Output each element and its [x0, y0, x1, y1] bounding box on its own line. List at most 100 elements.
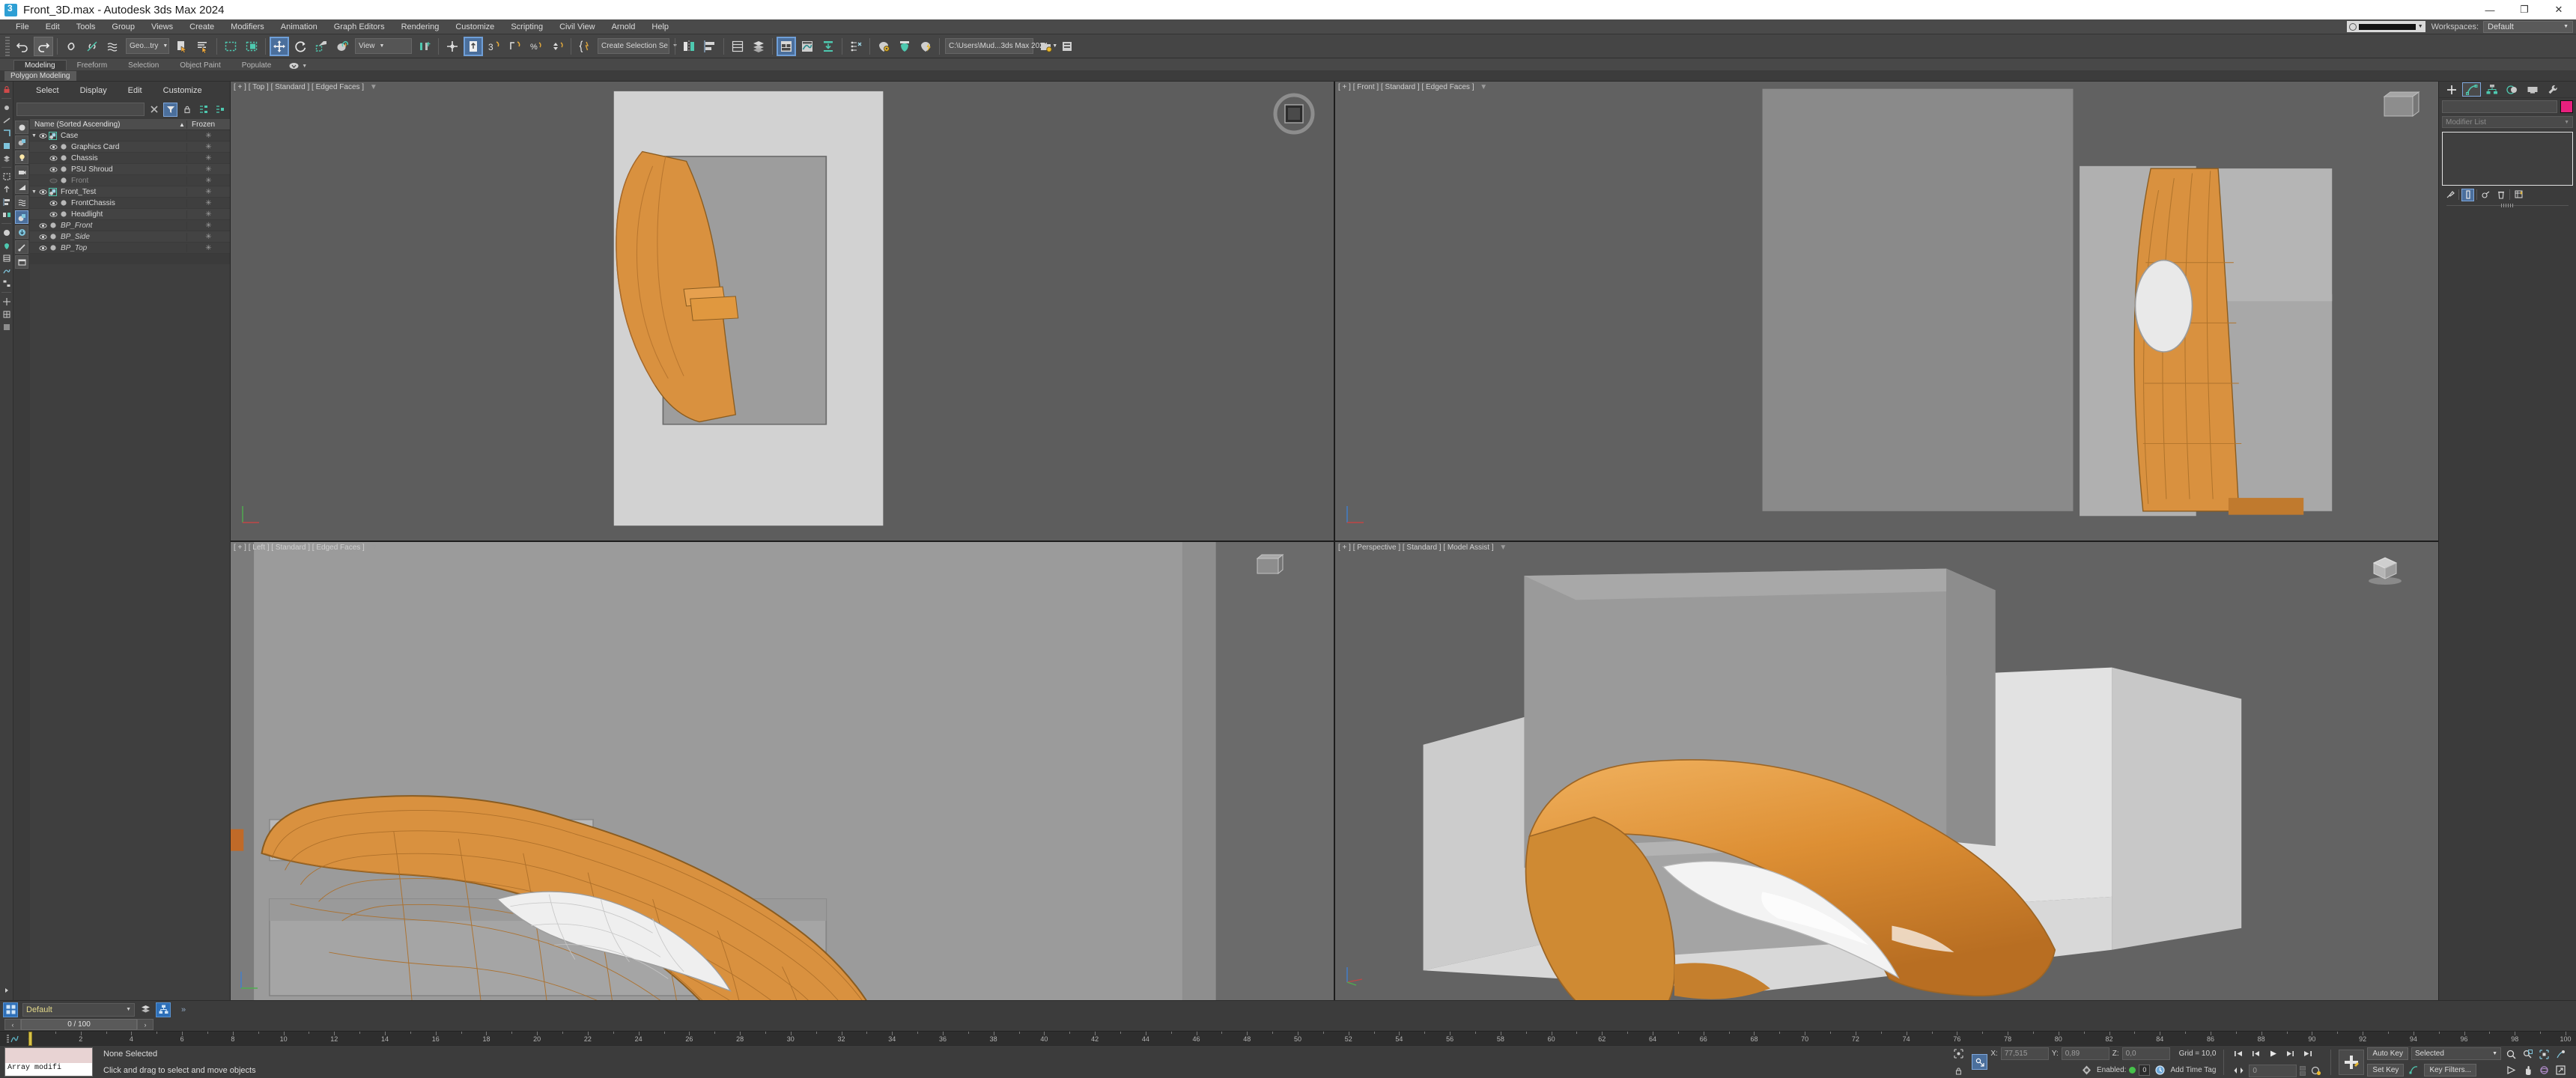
viewcube-perspective[interactable]: [2365, 552, 2411, 599]
isolate-selection-icon[interactable]: [1, 171, 12, 182]
lock-selection-toggle-icon[interactable]: [1951, 1064, 1966, 1078]
spinner-snap-two-button[interactable]: [547, 37, 567, 56]
command-panel-resize-handle[interactable]: [2446, 204, 2569, 207]
percent-snap-toggle-button[interactable]: [505, 37, 525, 56]
zoom-region-icon[interactable]: [2554, 1047, 2567, 1061]
curve-editor-icon[interactable]: [1, 265, 12, 276]
viewport-top-label[interactable]: [ + ] [ Top ] [ Standard ] [ Edged Faces…: [234, 83, 377, 91]
adaptive-degradation-icon[interactable]: [1951, 1047, 1966, 1061]
ribbon-toggle-button[interactable]: [777, 36, 796, 56]
menu-arnold[interactable]: Arnold: [604, 19, 644, 34]
menu-graph-editors[interactable]: Graph Editors: [326, 19, 393, 34]
show-end-result-icon[interactable]: [2461, 188, 2474, 201]
filter-space-warps-icon[interactable]: [15, 195, 28, 209]
toolbar-grip[interactable]: [5, 36, 10, 56]
menu-customize[interactable]: Customize: [447, 19, 502, 34]
select-by-name-button[interactable]: [193, 37, 213, 56]
scene-explorer-node[interactable]: BP_Side ✳: [30, 231, 230, 243]
command-tab-display[interactable]: [2523, 82, 2542, 97]
filter-lights-icon[interactable]: [15, 150, 28, 164]
visibility-toggle-icon[interactable]: [38, 222, 48, 229]
layer-manager-icon[interactable]: [138, 1002, 153, 1017]
frame-counter[interactable]: 0 / 100: [21, 1019, 137, 1030]
edit-named-selection-sets-button[interactable]: [575, 37, 595, 56]
object-color-swatch[interactable]: [2560, 100, 2573, 113]
scene-explorer-node[interactable]: Chassis ✳: [30, 153, 230, 164]
project-folder-combo[interactable]: C:\Users\Mud...3ds Max 2024 ▼: [945, 38, 1057, 54]
visibility-toggle-icon[interactable]: [49, 144, 58, 150]
key-tangent-icon[interactable]: [2407, 1063, 2421, 1077]
funnel-icon[interactable]: ▼: [370, 83, 377, 91]
visibility-toggle-icon[interactable]: [38, 189, 48, 195]
scene-explorer-node[interactable]: BP_Top ✳: [30, 243, 230, 254]
make-unique-icon[interactable]: [2479, 189, 2492, 201]
menu-animation[interactable]: Animation: [273, 19, 326, 34]
y-field[interactable]: 0,89: [2061, 1047, 2109, 1060]
viewcube-left[interactable]: [1251, 552, 1298, 599]
named-selection-sets-combo[interactable]: Create Selection Se ▼: [598, 38, 678, 54]
quick-align-icon[interactable]: [1, 296, 12, 307]
frozen-toggle-icon[interactable]: ✳: [186, 153, 230, 162]
object-name-input[interactable]: [2442, 100, 2557, 113]
clear-search-icon[interactable]: [147, 103, 161, 117]
expand-panel-icon[interactable]: [1, 984, 12, 996]
menu-create[interactable]: Create: [181, 19, 222, 34]
asset-tracking-button[interactable]: [1057, 37, 1077, 56]
maxscript-input-pane[interactable]: Array modifi: [5, 1063, 92, 1076]
expand-toolbar-chevron-icon[interactable]: »: [181, 1005, 186, 1014]
ribbon-tab-selection[interactable]: Selection: [118, 61, 169, 70]
playhead[interactable]: [28, 1032, 32, 1046]
frozen-toggle-icon[interactable]: ✳: [186, 243, 230, 252]
maxscript-mini-listener[interactable]: Array modifi: [4, 1047, 93, 1077]
render-icon[interactable]: [1, 240, 12, 251]
scene-explorer-button[interactable]: [749, 37, 768, 56]
menu-scripting[interactable]: Scripting: [502, 19, 551, 34]
go-to-end-button[interactable]: [2300, 1047, 2315, 1061]
window-crossing-button[interactable]: [242, 37, 261, 56]
command-tab-create[interactable]: [2442, 82, 2461, 97]
filter-geometry-icon[interactable]: [15, 121, 28, 134]
filter-icon[interactable]: [163, 102, 177, 117]
layer-explorer-button[interactable]: [728, 37, 747, 56]
filter-cameras-icon[interactable]: [15, 165, 28, 179]
mirror-button[interactable]: [679, 37, 699, 56]
command-tab-modify[interactable]: [2462, 82, 2481, 97]
viewcube-front[interactable]: [2375, 91, 2422, 137]
menu-civil-view[interactable]: Civil View: [551, 19, 603, 34]
select-and-scale-button[interactable]: [312, 37, 331, 56]
next-frame-button[interactable]: [2283, 1047, 2297, 1061]
visibility-toggle-icon[interactable]: [49, 211, 58, 218]
scene-explorer-node[interactable]: Front ✳: [30, 175, 230, 186]
material-editor-button[interactable]: [874, 37, 893, 56]
spinner-snap-toggle-button[interactable]: %: [526, 37, 546, 56]
align-icon[interactable]: [1, 196, 12, 207]
pin-stack-icon[interactable]: [2443, 189, 2456, 201]
viewport-front[interactable]: [ + ] [ Front ] [ Standard ] [ Edged Fac…: [1335, 82, 2438, 540]
filter-xrefs-icon[interactable]: [15, 225, 28, 239]
key-mode-icon[interactable]: [2232, 1064, 2246, 1078]
select-and-place-button[interactable]: [332, 37, 352, 56]
close-button[interactable]: ✕: [2542, 0, 2576, 19]
rectangular-selection-region-button[interactable]: [221, 37, 240, 56]
select-and-link-button[interactable]: [61, 37, 81, 56]
add-time-tag-icon[interactable]: [2153, 1063, 2167, 1077]
ribbon-panel-polygon-modeling[interactable]: Polygon Modeling: [4, 70, 76, 81]
funnel-icon[interactable]: ▼: [1499, 543, 1507, 552]
visibility-toggle-icon[interactable]: [38, 234, 48, 240]
visibility-toggle-icon[interactable]: [49, 155, 58, 162]
minimize-button[interactable]: —: [2473, 0, 2507, 19]
current-layer-combo[interactable]: Default ▼: [22, 1002, 135, 1017]
frozen-toggle-icon[interactable]: ✳: [186, 198, 230, 207]
frozen-toggle-icon[interactable]: ✳: [186, 232, 230, 241]
scene-explorer-tree[interactable]: Name (Sorted Ascending) ▲ Frozen ▼ Case ✳ G…: [30, 119, 230, 1000]
next-frame-button[interactable]: ›: [137, 1019, 154, 1030]
viewcube-top[interactable]: [1271, 91, 1317, 137]
workspaces-select[interactable]: Default ▼: [2483, 20, 2573, 33]
ribbon-options[interactable]: ▼: [289, 62, 307, 70]
motion-paths-button[interactable]: [818, 37, 838, 56]
scene-explorer-node[interactable]: Graphics Card ✳: [30, 141, 230, 153]
scene-explorer-node[interactable]: PSU Shroud ✳: [30, 164, 230, 175]
reference-coordinate-system-combo[interactable]: View ▼: [355, 38, 412, 54]
angle-snap-toggle-button[interactable]: 3: [484, 37, 504, 56]
scene-explorer-node[interactable]: ▼ Case ✳: [30, 130, 230, 141]
